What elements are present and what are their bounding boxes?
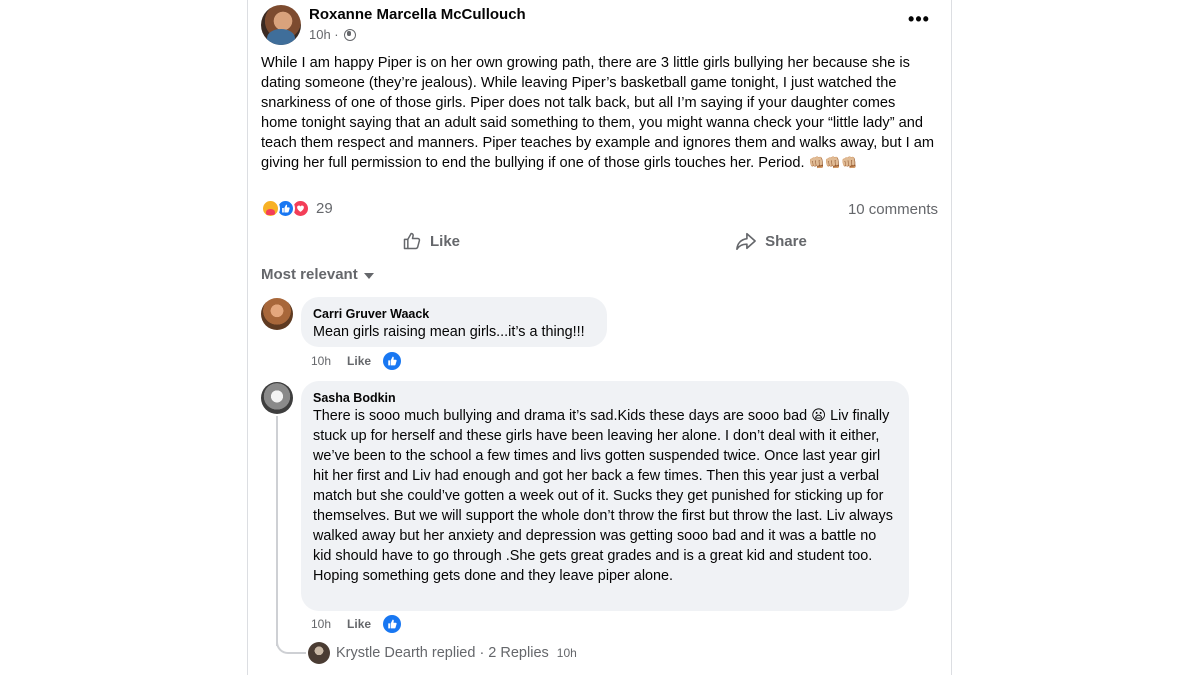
comment-text: There is sooo much bullying and drama it… (313, 408, 893, 584)
share-label: Share (765, 232, 807, 250)
share-button[interactable]: Share (601, 222, 941, 260)
author-name[interactable]: Roxanne Marcella McCullouch (309, 6, 526, 23)
comment-bubble: Sasha Bodkin There is sooo much bullying… (301, 381, 909, 611)
replies-time: 10h (556, 646, 577, 660)
action-bar: Like Share (261, 222, 941, 260)
caret-down-icon (363, 272, 374, 279)
comment-sort-dropdown[interactable]: Most relevant (261, 266, 374, 283)
post-body: While I am happy Piper is on her own gro… (261, 53, 935, 173)
like-reaction-icon[interactable] (383, 615, 402, 633)
sort-label: Most relevant (261, 266, 358, 283)
commenter-avatar[interactable] (261, 382, 293, 414)
care-reaction-icon (261, 199, 280, 218)
comment-bubble: Carri Gruver Waack Mean girls raising me… (301, 297, 607, 347)
thumbs-up-icon (403, 232, 421, 250)
like-button[interactable]: Like (261, 222, 601, 260)
author-avatar[interactable] (261, 5, 301, 45)
reaction-count: 29 (316, 200, 333, 217)
comment-like-button[interactable]: Like (347, 354, 371, 368)
share-icon (736, 232, 757, 250)
post-time[interactable]: 10h · (309, 27, 339, 42)
globe-icon (343, 28, 356, 41)
like-label: Like (429, 232, 460, 250)
fist-emoji: 👊🏼👊🏼👊🏼 (808, 155, 858, 170)
thread-connector (276, 630, 306, 654)
reactions-summary[interactable]: 29 (261, 199, 333, 218)
thread-line (276, 416, 278, 646)
commenter-name[interactable]: Carri Gruver Waack (313, 306, 595, 322)
post-card: Roxanne Marcella McCullouch 10h · ••• Wh… (247, 0, 952, 675)
replier-avatar (308, 642, 330, 664)
more-icon: ••• (908, 9, 930, 29)
post-meta: 10h · (309, 27, 356, 42)
comment-time[interactable]: 10h (311, 617, 331, 631)
replies-text: Krystle Dearth replied · 2 Replies (336, 645, 549, 661)
comment-text: Mean girls raising mean girls...it’s a t… (313, 324, 585, 340)
comment-meta: 10h Like (311, 615, 402, 633)
comment-meta: 10h Like (311, 352, 402, 370)
comments-count-link[interactable]: 10 comments (848, 201, 938, 218)
view-replies-link[interactable]: Krystle Dearth replied · 2 Replies 10h (308, 642, 577, 664)
commenter-avatar[interactable] (261, 298, 293, 330)
commenter-name[interactable]: Sasha Bodkin (313, 390, 897, 406)
comment-time[interactable]: 10h (311, 354, 331, 368)
comment-like-button[interactable]: Like (347, 617, 371, 631)
like-reaction-icon[interactable] (383, 352, 402, 370)
more-options-button[interactable]: ••• (907, 10, 931, 34)
